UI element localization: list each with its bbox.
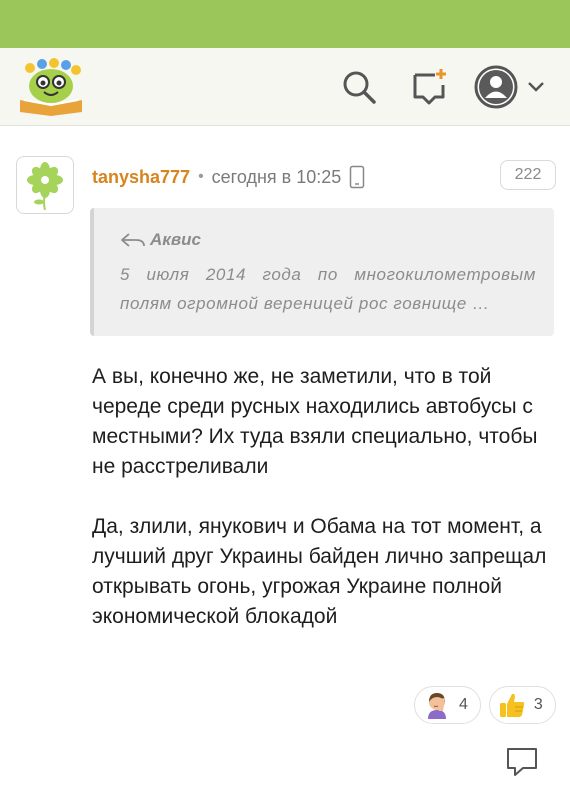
site-header [0, 48, 570, 126]
quote-text: 5 июля 2014 года по многокилометровым по… [120, 265, 536, 313]
smiling-book-logo[interactable] [16, 58, 86, 116]
chevron-down-icon[interactable] [526, 80, 546, 94]
facepalm-icon [423, 691, 451, 719]
top-accent-bar [0, 0, 570, 48]
header-divider [0, 126, 570, 140]
quote-block[interactable]: Аквис 5 июля 2014 года по многокилометро… [90, 208, 554, 336]
comment: tanysha777 • сегодня в 10:25 222 Аквис 5… [0, 140, 570, 800]
comment-time[interactable]: сегодня в 10:25 [212, 167, 342, 188]
thumbs-up-icon [498, 691, 526, 719]
reaction-facepalm[interactable]: 4 [414, 686, 481, 724]
meta-separator: • [198, 168, 204, 185]
flower-icon[interactable] [16, 156, 74, 214]
comment-paragraph: Да, злили, янукович и Обама на тот момен… [92, 515, 547, 628]
reply-bubble-icon[interactable] [502, 744, 542, 780]
mobile-phone-icon [349, 165, 365, 189]
comment-author[interactable]: tanysha777 [92, 167, 190, 188]
quote-author-name: Аквис [150, 230, 201, 249]
user-menu[interactable] [474, 65, 548, 109]
comment-paragraph: А вы, конечно же, не заметили, что в той… [92, 365, 538, 478]
search-icon[interactable] [338, 66, 380, 108]
new-post-icon[interactable] [408, 66, 450, 108]
reaction-like[interactable]: 3 [488, 686, 556, 724]
comment-meta: tanysha777 • сегодня в 10:25 [92, 164, 365, 190]
comment-body: А вы, конечно же, не заметили, что в той… [92, 362, 554, 632]
reaction-count: 4 [459, 696, 468, 713]
user-avatar-icon[interactable] [474, 65, 518, 109]
reactions-bar: 4 3 [414, 686, 564, 724]
reaction-count: 3 [533, 696, 543, 713]
comment-rating[interactable]: 222 [500, 160, 556, 190]
quote-author[interactable]: Аквис [120, 230, 201, 250]
reply-arrow-icon [121, 233, 145, 247]
